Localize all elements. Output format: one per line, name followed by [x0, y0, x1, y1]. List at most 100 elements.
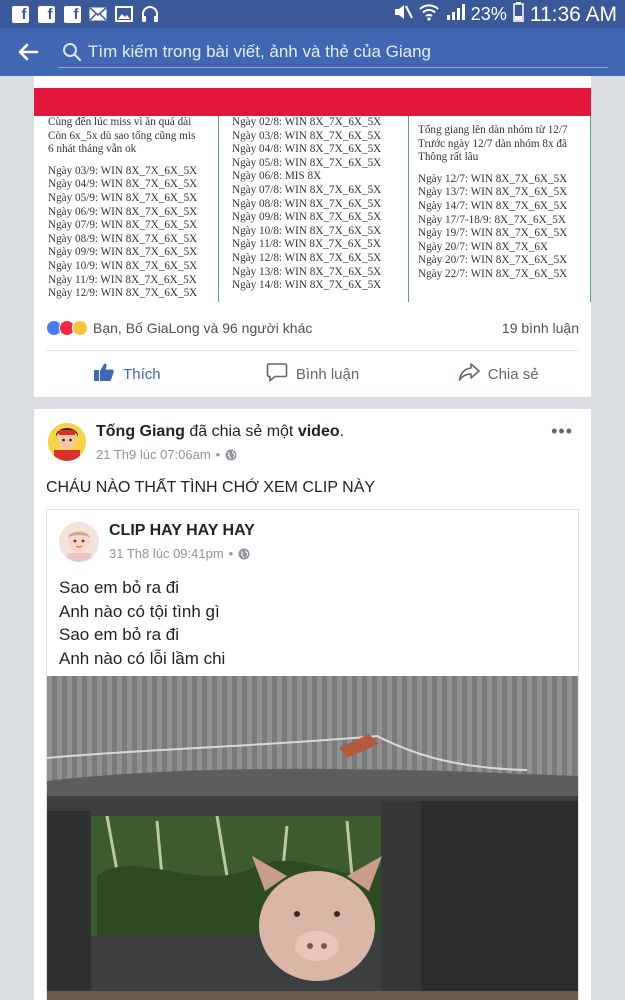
photo-divider [590, 116, 591, 302]
headphones-icon [140, 4, 160, 24]
lyric-line: Sao em bỏ ra đi [59, 625, 180, 644]
photo-text-line: Ngày 03/9: WIN 8X_7X_6X_5X [48, 164, 198, 177]
share-label: Chia sẻ [487, 365, 539, 383]
photo-text-line: Ngày 12/7: WIN 8X_7X_6X_5X [418, 172, 568, 185]
author-action: đã chia sẻ một [184, 423, 298, 440]
comment-button[interactable]: Bình luận [220, 356, 406, 392]
post-card: Tống Giang đã chia sẻ một video. 21 Th9 … [34, 409, 591, 1000]
photo-text-column: Tổng giang lên dàn nhóm từ 12/7 Trước ngà… [418, 116, 588, 302]
search-field[interactable]: Tìm kiếm trong bài viết, ảnh và thẻ của … [58, 36, 608, 68]
status-bar: f f f 23% 11:36 AM [0, 0, 625, 28]
lyric-line: Anh nào có lỗi lầm chi [59, 648, 226, 668]
photo-text-line: Ngày 13/8: WIN 8X_7X_6X_5X [232, 265, 382, 278]
search-input[interactable]: Tìm kiếm trong bài viết, ảnh và thẻ của … [88, 42, 431, 62]
thumbs-up-icon [93, 362, 115, 386]
globe-icon [238, 548, 250, 560]
search-icon [62, 42, 82, 62]
like-button[interactable]: Thích [34, 356, 220, 392]
photo-banner [34, 88, 591, 116]
photo-text-line: Ngày 12/8: WIN 8X_7X_6X_5X [232, 251, 382, 264]
photo-text-line: Ngày 14/8: WIN 8X_7X_6X_5X [232, 279, 382, 292]
wow-reaction-icon [72, 320, 88, 336]
author-name[interactable]: Tống Giang [96, 423, 185, 440]
back-arrow-icon[interactable] [16, 40, 40, 64]
post-card: Cùng đến lúc miss vì ăn quá dài Còn 6x_5x… [34, 76, 591, 397]
post-actions: Thích Bình luận Chia sẻ [34, 356, 591, 392]
battery-icon [513, 2, 524, 27]
divider [46, 350, 579, 351]
photo-text-line: Ngày 22/7: WIN 8X_7X_6X_5X [418, 267, 568, 280]
share-icon [458, 362, 480, 386]
author-avatar[interactable] [48, 423, 86, 461]
photo-text-line: Ngày 03/8: WIN 8X_7X_6X_5X [232, 129, 382, 142]
photo-divider [218, 116, 219, 302]
facebook-notification-icon: f [62, 4, 82, 24]
shared-post[interactable]: CLIP HAY HAY HAY 31 Th8 lúc 09:41pm • Sa… [46, 509, 579, 1000]
photo-divider [408, 116, 409, 302]
post-timestamp[interactable]: 21 Th9 lúc 07:06am [96, 447, 211, 462]
shared-timestamp[interactable]: 31 Th8 lúc 09:41pm [109, 546, 224, 561]
photo-text-line: Ngày 08/8: WIN 8X_7X_6X_5X [232, 197, 382, 210]
period: . [339, 423, 345, 440]
video-player[interactable] [47, 676, 578, 1000]
photo-text-line: Ngày 09/8: WIN 8X_7X_6X_5X [232, 211, 382, 224]
share-button[interactable]: Chia sẻ [405, 356, 591, 392]
more-options-icon[interactable]: ••• [551, 421, 573, 442]
mail-icon [88, 4, 108, 24]
photo-text-line: Ngày 05/8: WIN 8X_7X_6X_5X [232, 156, 382, 169]
battery-percent: 23% [470, 4, 507, 24]
photo-text-line: Ngày 12/9: WIN 8X_7X_6X_5X [48, 287, 198, 300]
page-name[interactable]: CLIP HAY HAY HAY [109, 522, 255, 540]
photo-text-line: Ngày 02/8: WIN 8X_7X_6X_5X [232, 116, 382, 128]
photo-text-line: Ngày 05/9: WIN 8X_7X_6X_5X [48, 191, 198, 204]
photo-text-column: Cùng đến lúc miss vì ăn quá dài Còn 6x_5x… [48, 116, 213, 302]
separator-dot: • [215, 447, 221, 462]
image-icon [114, 4, 134, 24]
wifi-icon [419, 3, 439, 26]
photo-text-line: Ngày 19/7: WIN 8X_7X_6X_5X [418, 227, 568, 240]
photo-text-line: Ngày 08/9: WIN 8X_7X_6X_5X [48, 232, 198, 245]
photo-text-line: Trước ngày 12/7 dàn nhóm 8x đã [418, 137, 567, 150]
mute-icon [393, 3, 413, 26]
page-avatar[interactable] [59, 522, 99, 562]
signal-icon [445, 3, 465, 26]
facebook-notification-icon: f [36, 4, 56, 24]
post-photo[interactable]: Cùng đến lúc miss vì ăn quá dài Còn 6x_5x… [34, 88, 591, 302]
reaction-icons [46, 320, 88, 336]
photo-text-line: Còn 6x_5x dù sao tổng cũng mis [48, 129, 196, 142]
photo-text-line: Ngày 20/7: WIN 8X_7X_6X [418, 240, 548, 253]
photo-text-line: Ngày 06/8: MIS 8X [232, 170, 322, 183]
photo-text-line: Ngày 11/8: WIN 8X_7X_6X_5X [232, 238, 381, 251]
comment-label: Bình luận [295, 365, 360, 383]
separator-dot: • [228, 546, 234, 561]
photo-text-line: Ngày 04/9: WIN 8X_7X_6X_5X [48, 178, 198, 191]
photo-text-line: Ngày 10/8: WIN 8X_7X_6X_5X [232, 224, 382, 237]
globe-icon [225, 449, 237, 461]
search-header: Tìm kiếm trong bài viết, ảnh và thẻ của … [0, 28, 625, 76]
shared-object-link[interactable]: video [298, 423, 340, 440]
lyric-line: Anh nào có tội tình gì [59, 601, 220, 621]
photo-text-line: Ngày 14/7: WIN 8X_7X_6X_5X [418, 199, 568, 212]
facebook-notification-icon: f [10, 4, 30, 24]
post-meta: 21 Th9 lúc 07:06am • [96, 447, 237, 462]
photo-text-line: Ngày 10/9: WIN 8X_7X_6X_5X [48, 259, 198, 272]
photo-text-line: Ngày 09/9: WIN 8X_7X_6X_5X [48, 246, 198, 259]
post-author-line: Tống Giang đã chia sẻ một video. [96, 423, 344, 441]
photo-text-line: 6 nhát tháng vẫn ok [48, 143, 137, 156]
reactions-summary[interactable]: Bạn, Bố GiaLong và 96 người khác 19 bình… [46, 310, 579, 346]
photo-text-line [48, 157, 213, 165]
photo-text-line: Ngày 04/8: WIN 8X_7X_6X_5X [232, 143, 382, 156]
video-frame [47, 676, 578, 1000]
comments-count[interactable]: 19 bình luận [502, 320, 579, 336]
photo-text-line: Ngày 20/7: WIN 8X_7X_6X_5X [418, 254, 568, 267]
photo-text-line: Ngày 07/8: WIN 8X_7X_6X_5X [232, 183, 382, 196]
clock: 11:36 AM [529, 2, 617, 26]
shared-post-text: Sao em bỏ ra đi Anh nào có tội tình gì S… [59, 576, 225, 670]
photo-text-line: Ngày 07/9: WIN 8X_7X_6X_5X [48, 219, 198, 232]
reactions-text[interactable]: Bạn, Bố GiaLong và 96 người khác [93, 320, 312, 336]
photo-text-column: Ngày 02/8: WIN 8X_7X_6X_5X Ngày 03/8: WIN… [232, 116, 402, 302]
photo-text-line: Ngày 06/9: WIN 8X_7X_6X_5X [48, 205, 198, 218]
lyric-line: Sao em bỏ ra đi [59, 578, 180, 597]
photo-text-line: Ngày 13/7: WIN 8X_7X_6X_5X [418, 186, 568, 199]
like-label: Thích [123, 365, 161, 383]
